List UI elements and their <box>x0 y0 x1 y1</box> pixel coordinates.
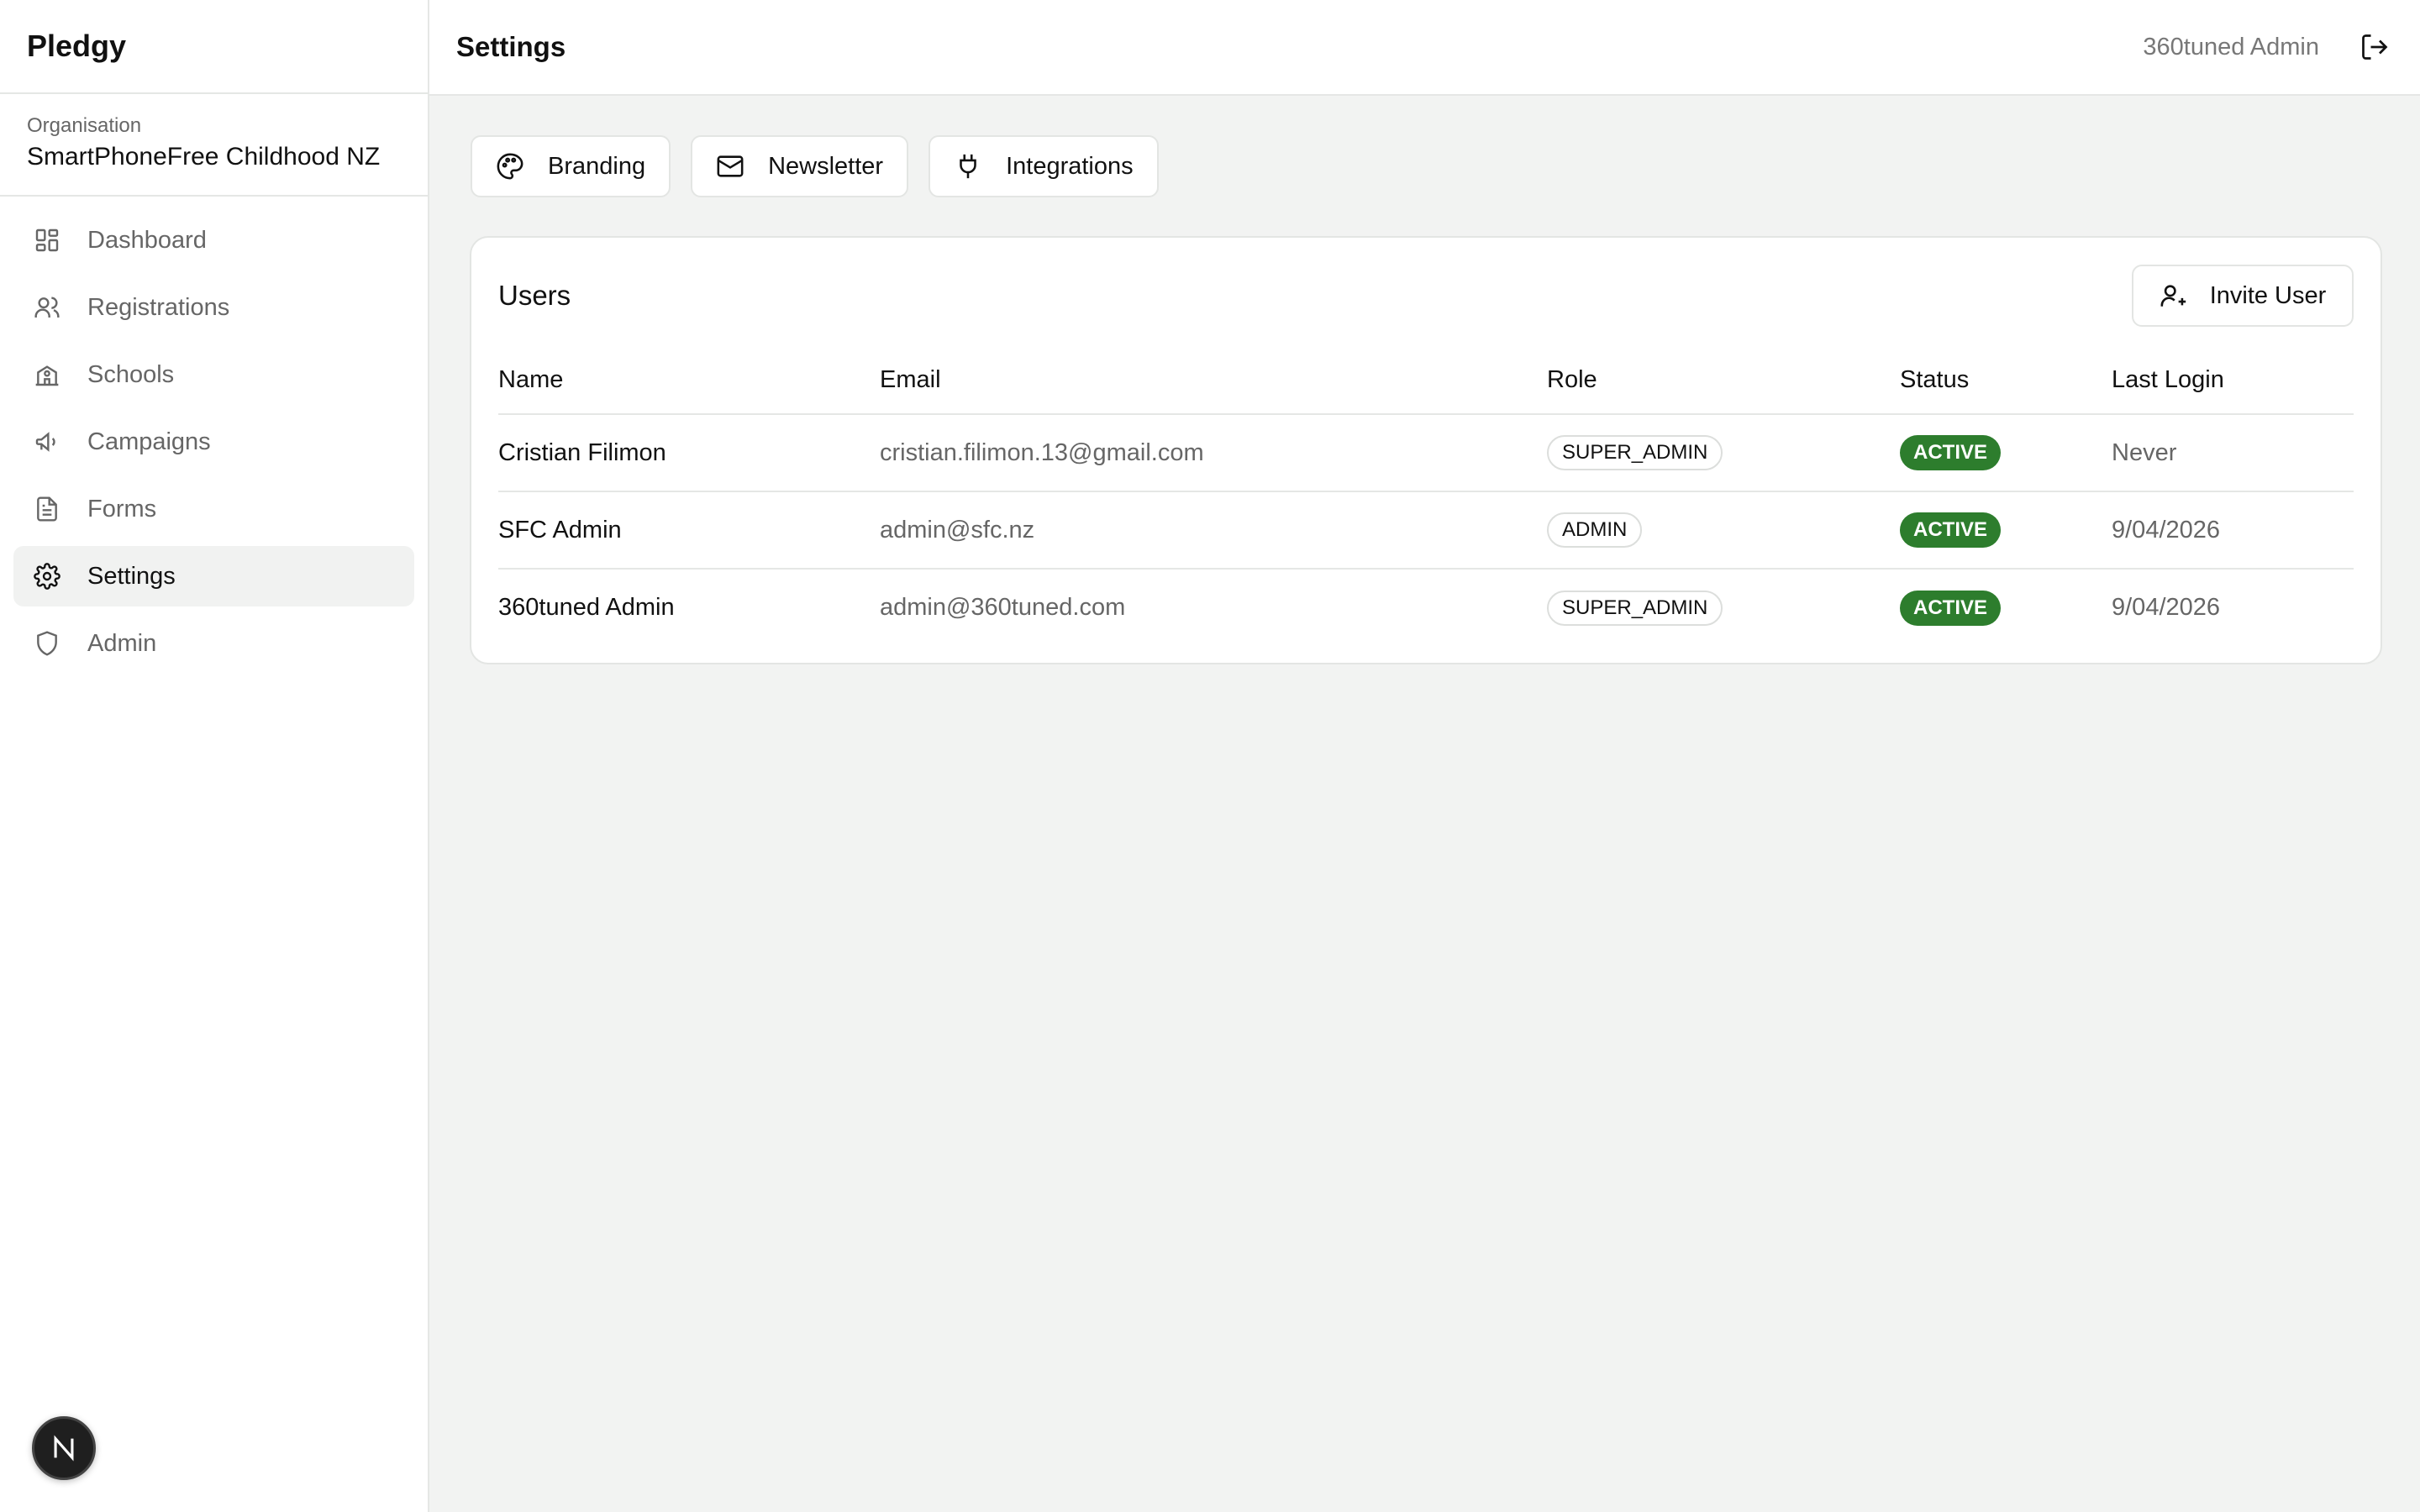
sidebar-nav: Dashboard Registrations Schools Campaign… <box>0 197 428 674</box>
header-user-area: 360tuned Admin <box>2143 32 2393 62</box>
sidebar-item-label: Forms <box>87 495 157 522</box>
sidebar-item-forms[interactable]: Forms <box>13 479 414 539</box>
sidebar-item-label: Admin <box>87 629 157 657</box>
table-header-row: Name Email Role Status Last Login <box>498 347 2354 415</box>
table-row[interactable]: SFC Admin admin@sfc.nz ADMIN ACTIVE 9/04… <box>498 491 2354 570</box>
user-role-cell: SUPER_ADMIN <box>1547 569 1900 646</box>
gear-icon <box>34 563 60 590</box>
column-header-status[interactable]: Status <box>1900 347 2112 415</box>
sidebar-item-schools[interactable]: Schools <box>13 344 414 405</box>
user-name-cell: SFC Admin <box>498 491 880 570</box>
users-card: Users Invite User Name Email Role Status… <box>470 236 2382 664</box>
role-badge: SUPER_ADMIN <box>1547 435 1723 470</box>
status-badge: ACTIVE <box>1900 435 2002 470</box>
n-logo-icon <box>54 1435 74 1462</box>
brand-logo[interactable]: Pledgy <box>0 0 428 94</box>
table-row[interactable]: 360tuned Admin admin@360tuned.com SUPER_… <box>498 569 2354 646</box>
organisation-label: Organisation <box>27 114 142 137</box>
sidebar-item-label: Campaigns <box>87 428 211 455</box>
users-card-title: Users <box>498 280 571 311</box>
tab-label: Integrations <box>1006 152 1134 180</box>
user-role-cell: ADMIN <box>1547 491 1900 570</box>
settings-tabs: Branding Newsletter Integrations <box>471 135 1179 197</box>
mail-icon <box>716 152 744 181</box>
user-role-cell: SUPER_ADMIN <box>1547 414 1900 492</box>
logout-icon[interactable] <box>2360 32 2390 62</box>
table-row[interactable]: Cristian Filimon cristian.filimon.13@gma… <box>498 414 2354 492</box>
column-header-name[interactable]: Name <box>498 347 880 415</box>
tab-integrations[interactable]: Integrations <box>929 135 1159 197</box>
file-text-icon <box>34 496 60 522</box>
sidebar-item-label: Schools <box>87 360 175 388</box>
page-title: Settings <box>456 31 566 62</box>
tab-label: Newsletter <box>768 152 884 180</box>
tab-label: Branding <box>548 152 646 180</box>
invite-user-button[interactable]: Invite User <box>2132 265 2354 327</box>
sidebar-item-dashboard[interactable]: Dashboard <box>13 210 414 270</box>
sidebar-item-settings[interactable]: Settings <box>13 546 414 606</box>
users-table: Name Email Role Status Last Login Cristi… <box>498 347 2354 646</box>
next-dev-tools-button[interactable] <box>32 1416 96 1480</box>
user-email-cell: cristian.filimon.13@gmail.com <box>880 414 1547 492</box>
users-icon <box>34 294 60 321</box>
user-email-cell: admin@360tuned.com <box>880 594 1126 621</box>
column-header-role[interactable]: Role <box>1547 347 1900 415</box>
user-status-cell: ACTIVE <box>1900 491 2112 570</box>
invite-user-label: Invite User <box>2209 281 2327 309</box>
status-badge: ACTIVE <box>1900 590 2002 626</box>
current-user-name: 360tuned Admin <box>2143 33 2319 60</box>
organisation-name: SmartPhoneFree Childhood NZ <box>27 143 381 171</box>
status-badge: ACTIVE <box>1900 512 2002 548</box>
column-header-last-login[interactable]: Last Login <box>2112 347 2354 415</box>
tab-newsletter[interactable]: Newsletter <box>691 135 909 197</box>
organisation-selector[interactable]: Organisation SmartPhoneFree Childhood NZ <box>0 94 428 197</box>
user-status-cell: ACTIVE <box>1900 569 2112 646</box>
user-name-cell: Cristian Filimon <box>498 414 880 492</box>
role-badge: ADMIN <box>1547 512 1643 548</box>
role-badge: SUPER_ADMIN <box>1547 590 1723 626</box>
sidebar: Pledgy Organisation SmartPhoneFree Child… <box>0 0 429 1512</box>
sidebar-item-label: Registrations <box>87 293 230 321</box>
sidebar-item-admin[interactable]: Admin <box>13 613 414 674</box>
column-header-email[interactable]: Email <box>880 347 1547 415</box>
user-last-login-cell: 9/04/2026 <box>2112 491 2354 570</box>
sidebar-item-label: Dashboard <box>87 226 207 254</box>
megaphone-icon <box>34 428 60 455</box>
dashboard-icon <box>34 227 60 254</box>
sidebar-item-registrations[interactable]: Registrations <box>13 277 414 338</box>
user-name-cell: 360tuned Admin <box>498 594 675 621</box>
school-icon <box>34 361 60 388</box>
user-plus-icon <box>2160 281 2188 310</box>
shield-icon <box>34 630 60 657</box>
user-status-cell: ACTIVE <box>1900 414 2112 492</box>
plug-icon <box>954 152 982 181</box>
tab-branding[interactable]: Branding <box>471 135 671 197</box>
top-header: Settings 360tuned Admin <box>429 0 2420 96</box>
user-last-login-cell: Never <box>2112 414 2354 492</box>
user-email-cell: admin@sfc.nz <box>880 491 1547 570</box>
palette-icon <box>496 152 524 181</box>
sidebar-item-label: Settings <box>87 562 176 590</box>
sidebar-item-campaigns[interactable]: Campaigns <box>13 412 414 472</box>
user-last-login-cell: 9/04/2026 <box>2112 594 2221 621</box>
